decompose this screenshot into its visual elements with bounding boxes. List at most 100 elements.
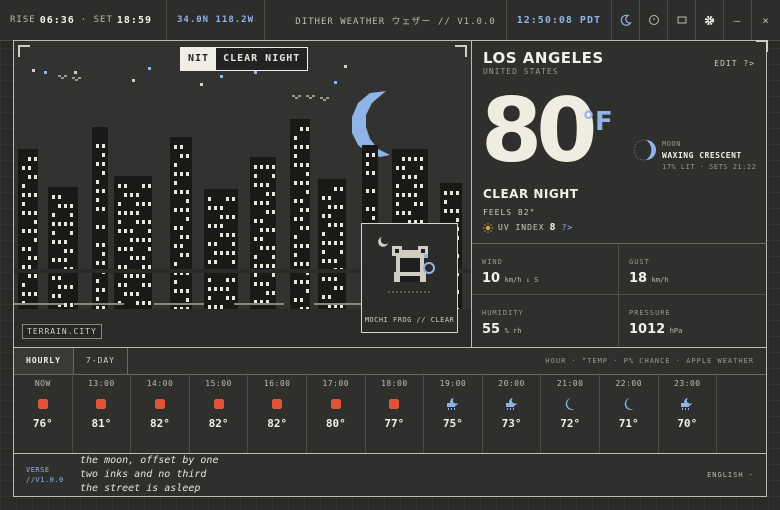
moon-label: MOON bbox=[662, 140, 681, 148]
window bbox=[220, 215, 223, 219]
tab-hourly[interactable]: HOURLY bbox=[14, 348, 74, 374]
verse-label: VERSE //V1.0.0 bbox=[26, 465, 64, 485]
window bbox=[96, 144, 99, 148]
window bbox=[254, 273, 257, 277]
current-conditions-panel: LOS ANGELES UNITED STATES EDIT ?> 80 °F … bbox=[472, 40, 768, 347]
verse-label-title: VERSE bbox=[26, 466, 50, 474]
minimize-button[interactable]: – bbox=[724, 0, 752, 40]
hour-cell[interactable]: 22:00 71° bbox=[600, 373, 659, 453]
window bbox=[28, 274, 31, 278]
window bbox=[174, 145, 177, 149]
star bbox=[32, 69, 35, 72]
window bbox=[28, 292, 31, 296]
window bbox=[180, 253, 183, 257]
hour-cell[interactable]: 20:00 73° bbox=[483, 373, 542, 453]
window bbox=[232, 215, 235, 219]
window bbox=[174, 163, 177, 167]
bird bbox=[326, 97, 329, 99]
window bbox=[322, 232, 325, 236]
uv-value: 8 bbox=[549, 222, 557, 233]
hour-cell[interactable]: 15:00 82° bbox=[190, 373, 249, 453]
sun-icon bbox=[36, 391, 50, 417]
window bbox=[334, 241, 337, 245]
language-selector[interactable]: ENGLISH · bbox=[707, 471, 754, 479]
window bbox=[260, 219, 263, 223]
window bbox=[28, 193, 31, 197]
window bbox=[64, 222, 67, 226]
window bbox=[174, 262, 177, 266]
window bbox=[220, 305, 223, 309]
hour-cell[interactable]: 14:00 82° bbox=[131, 373, 190, 453]
window bbox=[260, 228, 263, 232]
condition-chip: NIT CLEAR NIGHT bbox=[180, 47, 309, 71]
window bbox=[306, 262, 309, 266]
bird bbox=[323, 99, 326, 101]
window bbox=[208, 278, 211, 282]
main-window: NIT CLEAR NIGHT TERRAIN.CITY MOCHI FROG … bbox=[13, 40, 768, 497]
window bbox=[174, 181, 177, 185]
window bbox=[226, 251, 229, 255]
stat-label: GUST bbox=[629, 258, 650, 266]
window bbox=[328, 205, 331, 209]
window bbox=[34, 292, 37, 296]
window bbox=[180, 226, 183, 230]
window bbox=[214, 251, 217, 255]
window bbox=[58, 258, 61, 262]
window bbox=[186, 154, 189, 158]
window bbox=[136, 202, 139, 206]
hour-cell[interactable]: NOW 76° bbox=[14, 373, 73, 453]
window bbox=[306, 181, 309, 185]
window bbox=[456, 218, 459, 222]
window bbox=[214, 305, 217, 309]
hour-cell[interactable]: 19:00 75° bbox=[424, 373, 483, 453]
hour-time: 23:00 bbox=[674, 379, 701, 388]
gear-icon[interactable] bbox=[696, 0, 724, 40]
window bbox=[272, 165, 275, 169]
window bbox=[322, 214, 325, 218]
window bbox=[136, 256, 139, 260]
hour-cell[interactable]: 17:00 80° bbox=[307, 373, 366, 453]
temperature-unit: °F bbox=[582, 107, 613, 137]
uv-more-link[interactable]: ?> bbox=[562, 223, 574, 232]
sun-icon bbox=[270, 391, 284, 417]
corner-mark bbox=[756, 40, 768, 52]
window bbox=[266, 201, 269, 205]
window bbox=[208, 296, 211, 300]
window bbox=[300, 199, 303, 203]
window bbox=[180, 154, 183, 158]
edit-location-link[interactable]: EDIT ?> bbox=[714, 59, 755, 68]
moon-icon[interactable] bbox=[612, 0, 640, 40]
window bbox=[64, 285, 67, 289]
mascot-card[interactable]: MOCHI FROG // CLEAR bbox=[361, 223, 458, 333]
star bbox=[344, 65, 347, 68]
star bbox=[254, 71, 257, 74]
stat-value: 55 % rh bbox=[482, 322, 608, 337]
window bbox=[118, 283, 121, 287]
window bbox=[328, 259, 331, 263]
clock-icon[interactable] bbox=[640, 0, 668, 40]
verse-line: the moon, offset by one bbox=[80, 455, 219, 466]
stat-wind: WIND 10 km/h ↓ S bbox=[472, 244, 619, 295]
window bbox=[294, 154, 297, 158]
hour-cell[interactable]: 16:00 82° bbox=[248, 373, 307, 453]
window bbox=[414, 202, 417, 206]
hour-cell[interactable]: 13:00 81° bbox=[73, 373, 132, 453]
stat-pressure: PRESSURE 1012 hPa bbox=[619, 295, 766, 346]
hour-cell[interactable]: 21:00 72° bbox=[541, 373, 600, 453]
set-label: · SET bbox=[80, 15, 113, 25]
window bbox=[260, 237, 263, 241]
window bbox=[306, 289, 309, 293]
window bbox=[64, 303, 67, 307]
window bbox=[272, 273, 275, 277]
hour-time: 14:00 bbox=[146, 379, 174, 388]
window bbox=[214, 224, 217, 228]
window bbox=[148, 202, 151, 206]
hour-cell[interactable]: 18:00 77° bbox=[366, 373, 425, 453]
window-icon[interactable] bbox=[668, 0, 696, 40]
stat-unit: km/h ↓ S bbox=[504, 276, 539, 284]
window bbox=[340, 223, 343, 227]
window bbox=[214, 206, 217, 210]
tab-7-day[interactable]: 7-DAY bbox=[74, 348, 128, 374]
hour-cell[interactable]: 23:00 70° bbox=[659, 373, 718, 453]
close-button[interactable]: × bbox=[752, 0, 780, 40]
